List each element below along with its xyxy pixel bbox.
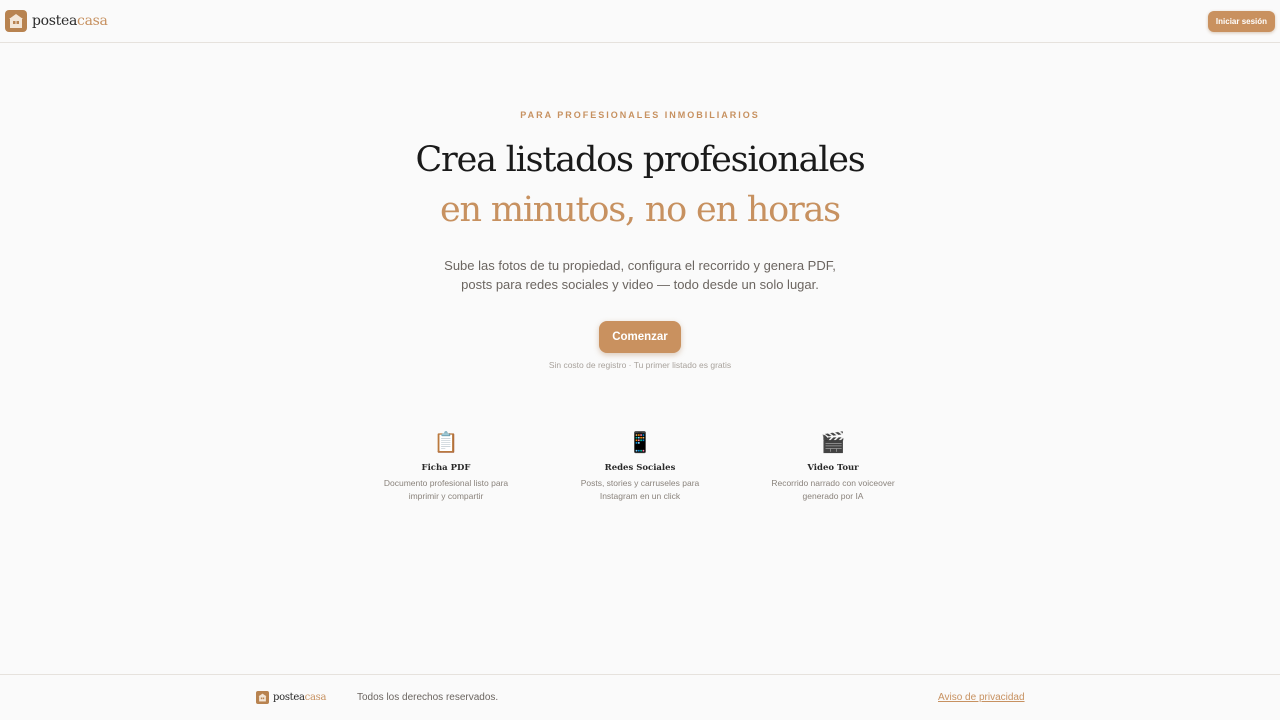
feature-social: 📱 Redes Sociales Posts, stories y carrus… [570, 430, 710, 503]
clapperboard-icon: 🎬 [820, 432, 846, 454]
footer: posteacasa Todos los derechos reservados… [0, 674, 1280, 720]
feature-title: Redes Sociales [604, 463, 676, 473]
feature-description: Posts, stories y carruseles para Instagr… [580, 478, 700, 501]
house-logo-icon [256, 691, 269, 704]
hero-eyebrow: PARA PROFESIONALES INMOBILIARIOS [520, 110, 760, 120]
cta-note: Sin costo de registro · Tu primer listad… [548, 360, 732, 370]
feature-description: Recorrido narrado con voiceover generado… [771, 478, 895, 501]
top-nav: posteacasa Iniciar sesión [0, 0, 1280, 43]
brand-logo[interactable]: posteacasa [5, 10, 108, 32]
feature-description: Documento profesional listo para imprimi… [383, 478, 509, 501]
house-logo-icon [5, 10, 27, 32]
footer-brand-logo[interactable]: posteacasa [256, 691, 326, 704]
privacy-link[interactable]: Aviso de privacidad [938, 692, 1025, 703]
feature-title: Ficha PDF [421, 463, 471, 473]
hero-title-accent: en minutos, no en horas [440, 190, 841, 230]
copyright-text: Todos los derechos reservados. [357, 692, 499, 703]
mobile-phone-icon: 📱 [627, 432, 653, 454]
get-started-button[interactable]: Comenzar [599, 321, 681, 353]
feature-video: 🎬 Video Tour Recorrido narrado con voice… [763, 430, 903, 503]
footer-brand-name: posteacasa [273, 692, 327, 703]
brand-name: posteacasa [32, 13, 108, 29]
hero-title: Crea listados profesionales [415, 140, 865, 180]
login-button[interactable]: Iniciar sesión [1208, 11, 1275, 32]
clipboard-icon: 📋 [433, 432, 459, 454]
feature-title: Video Tour [807, 463, 859, 473]
hero-subtitle: Sube las fotos de tu propiedad, configur… [444, 258, 836, 292]
feature-pdf: 📋 Ficha PDF Documento profesional listo … [376, 430, 516, 503]
